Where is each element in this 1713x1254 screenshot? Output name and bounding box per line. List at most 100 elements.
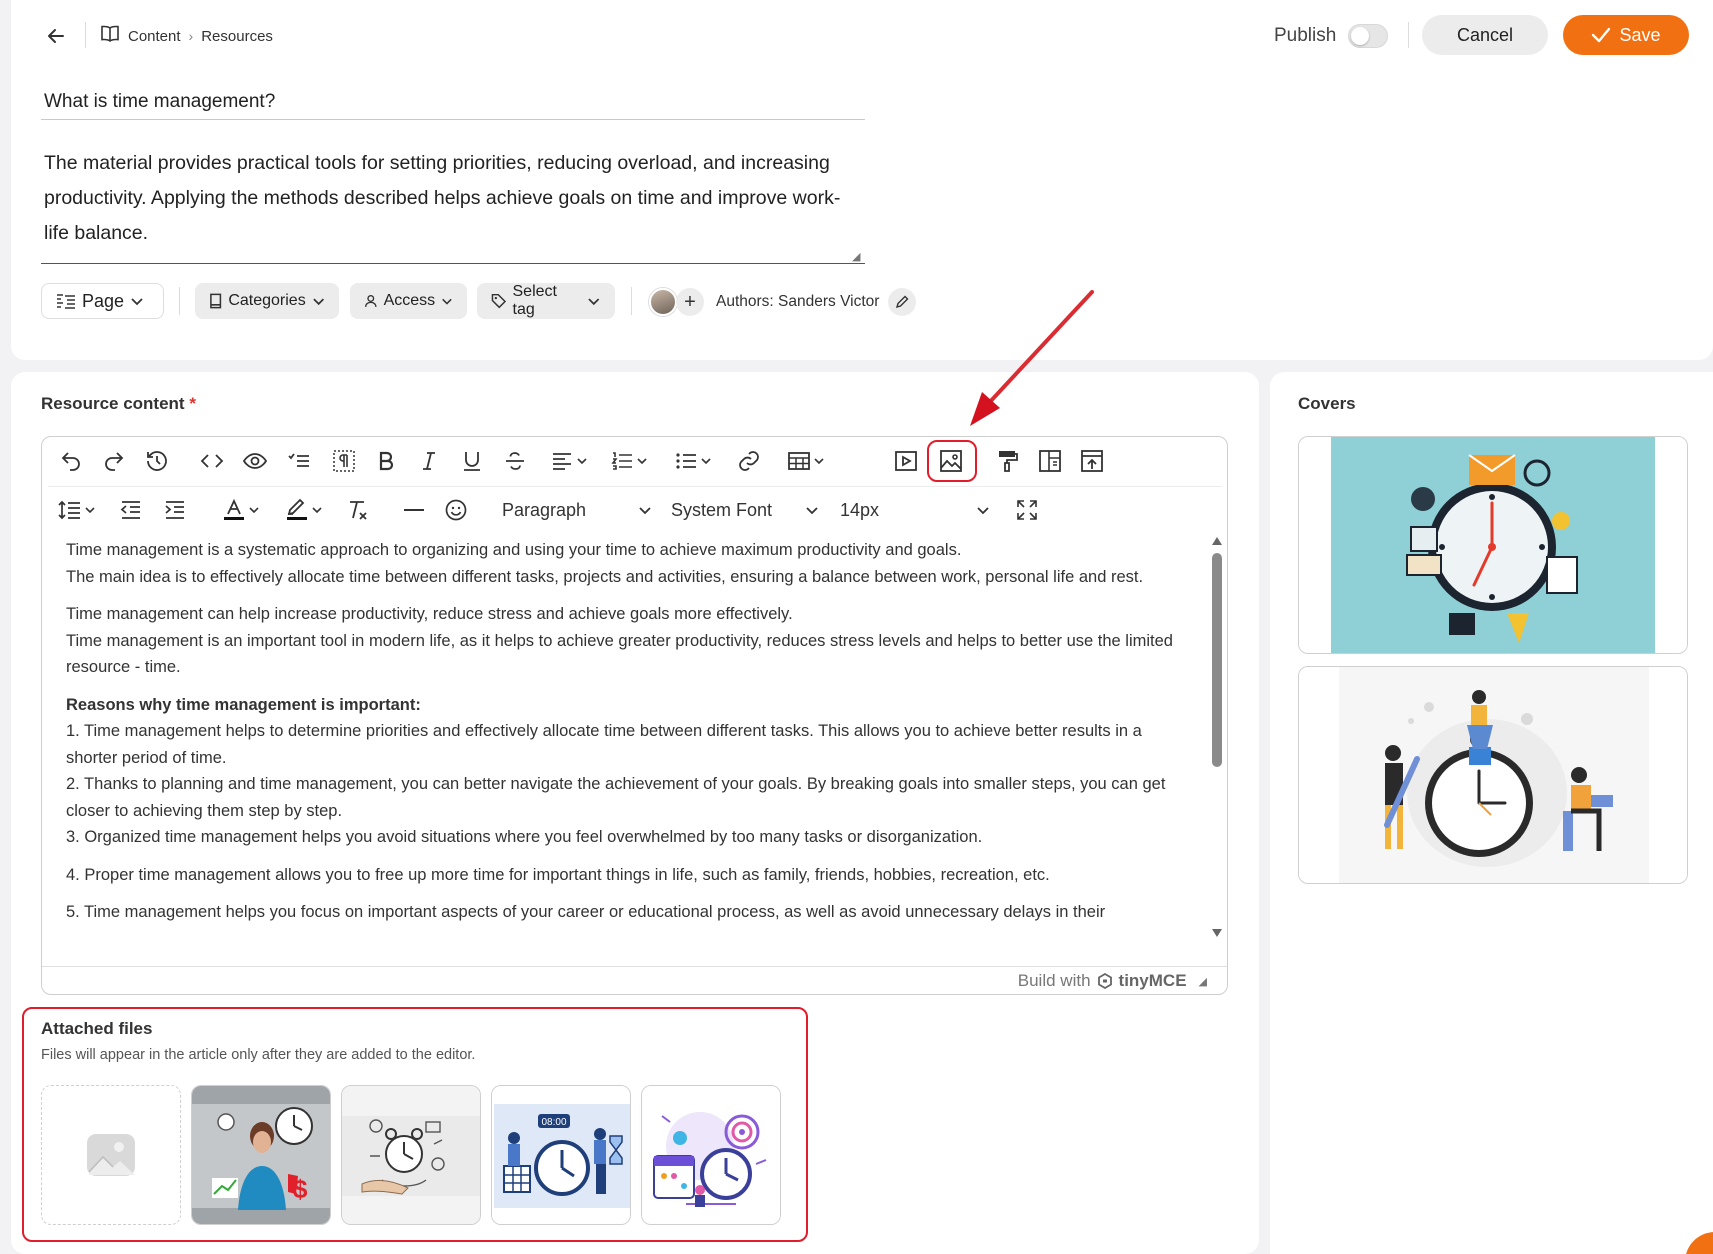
description-textarea[interactable]: The material provides practical tools fo…	[41, 146, 865, 264]
table-icon[interactable]	[783, 445, 829, 477]
annotation-arrow-icon	[970, 290, 1094, 426]
bullet-list-icon[interactable]	[670, 445, 716, 477]
back-arrow-icon[interactable]	[44, 24, 68, 48]
paragraph-2: Time management can help increase produc…	[66, 601, 1196, 681]
edit-authors-button[interactable]	[888, 288, 916, 316]
tinymce-brand[interactable]: tinyMCE	[1119, 971, 1187, 991]
add-file-placeholder[interactable]	[41, 1085, 181, 1225]
resize-handle-icon[interactable]: ◢	[1199, 975, 1207, 988]
scroll-thumb[interactable]	[1212, 553, 1222, 767]
bold-icon[interactable]	[372, 445, 400, 477]
chevron-down-icon	[639, 507, 651, 515]
chevron-down-icon	[131, 298, 143, 306]
divider	[85, 22, 86, 48]
authors-label: Authors: Sanders Victor	[716, 293, 880, 310]
underline-icon[interactable]	[458, 445, 486, 477]
tag-label: Select tag	[512, 283, 557, 318]
svg-text:$: $	[293, 1174, 308, 1204]
media-icon[interactable]	[891, 445, 921, 477]
tinymce-logo-icon	[1097, 973, 1112, 989]
page-layout-icon	[57, 294, 75, 309]
highlight-color-icon[interactable]	[280, 494, 328, 526]
user-icon	[365, 294, 377, 307]
strikethrough-icon[interactable]	[501, 445, 529, 477]
history-icon[interactable]	[142, 445, 172, 477]
numbered-list-icon[interactable]	[606, 445, 652, 477]
font-size-value: 14px	[840, 499, 880, 520]
block-format-select[interactable]: Paragraph	[502, 494, 652, 526]
scroll-down-icon[interactable]	[1212, 929, 1222, 937]
link-icon[interactable]	[734, 445, 764, 477]
breadcrumb-resources[interactable]: Resources	[201, 28, 273, 45]
attached-image-3[interactable]: 08:00	[491, 1085, 631, 1225]
source-code-icon[interactable]	[197, 445, 227, 477]
publish-label: Publish	[1274, 25, 1337, 46]
attached-files-title: Attached files	[41, 1019, 153, 1038]
editor-content[interactable]: Time management is a systematic approach…	[66, 537, 1196, 939]
editor-statusbar: Build with tinyMCE ◢	[42, 966, 1227, 994]
tag-dropdown[interactable]: Select tag	[477, 283, 615, 319]
save-button[interactable]: Save	[1563, 15, 1689, 55]
attached-image-2[interactable]	[341, 1085, 481, 1225]
list-item: 4. Proper time management allows you to …	[66, 865, 1050, 884]
title-input[interactable]	[41, 84, 865, 120]
list-item: 5. Time management helps you focus on im…	[66, 903, 1106, 921]
cover-image-1[interactable]	[1298, 436, 1688, 654]
resize-handle-icon[interactable]: ◢	[852, 250, 860, 263]
chevron-right-icon: ›	[188, 28, 194, 44]
clear-formatting-icon[interactable]	[342, 494, 372, 526]
scroll-up-icon[interactable]	[1212, 537, 1222, 545]
planning-target-illustration	[642, 1086, 780, 1224]
categories-label: Categories	[228, 292, 306, 309]
text-color-icon[interactable]	[217, 494, 265, 526]
font-family-select[interactable]: System Font	[671, 494, 819, 526]
font-size-select[interactable]: 14px	[840, 494, 990, 526]
paragraph-1: Time management is a systematic approach…	[66, 537, 1196, 590]
divider	[631, 287, 632, 315]
save-label: Save	[1619, 24, 1661, 45]
book-icon	[100, 25, 120, 47]
attached-image-4[interactable]	[641, 1085, 781, 1225]
fullscreen-icon[interactable]	[1012, 494, 1042, 526]
checklist-icon[interactable]	[284, 445, 314, 477]
undo-icon[interactable]	[56, 445, 86, 477]
preview-eye-icon[interactable]	[239, 445, 271, 477]
template-icon[interactable]	[1035, 445, 1065, 477]
chevron-down-icon	[312, 298, 324, 306]
text-line: Time management is a systematic approach…	[66, 541, 962, 559]
covers-title: Covers	[1298, 394, 1356, 413]
chevron-down-icon	[588, 298, 600, 306]
access-dropdown[interactable]: Access	[350, 283, 467, 319]
list-item: 2. Thanks to planning and time managemen…	[66, 775, 1166, 820]
team-clock-illustration: 08:00	[492, 1086, 630, 1224]
categories-dropdown[interactable]: Categories	[195, 283, 339, 319]
indent-icon[interactable]	[160, 494, 190, 526]
list-item: 3. Organized time management helps you a…	[66, 828, 983, 846]
attached-image-1[interactable]: $	[191, 1085, 331, 1225]
cancel-button[interactable]: Cancel	[1422, 15, 1548, 55]
list-item: 1. Time management helps to determine pr…	[66, 722, 1142, 767]
attached-files-hint: Files will appear in the article only af…	[41, 1047, 476, 1063]
cover-image-2[interactable]	[1298, 666, 1688, 884]
format-painter-icon[interactable]	[992, 445, 1022, 477]
align-dropdown-icon[interactable]	[546, 445, 592, 477]
paragraph-4: 4. Proper time management allows you to …	[66, 862, 1196, 889]
page-type-label: Page	[82, 290, 125, 311]
show-blocks-icon[interactable]	[329, 445, 359, 477]
page-type-dropdown[interactable]: Page	[41, 283, 164, 319]
add-author-button[interactable]: +	[676, 288, 704, 316]
line-height-icon[interactable]	[54, 494, 100, 526]
check-icon	[1592, 27, 1611, 43]
author-avatar[interactable]	[649, 288, 677, 316]
redo-icon[interactable]	[99, 445, 129, 477]
paragraph-3: Reasons why time management is important…	[66, 692, 1196, 851]
publish-toggle[interactable]	[1348, 24, 1389, 48]
breadcrumb-content[interactable]: Content	[128, 28, 181, 45]
horizontal-line-icon[interactable]	[399, 494, 429, 526]
italic-icon[interactable]	[415, 445, 443, 477]
emoji-icon[interactable]	[441, 494, 471, 526]
insert-image-icon[interactable]	[936, 445, 966, 477]
upload-icon[interactable]	[1077, 445, 1107, 477]
editor-scrollbar[interactable]	[1210, 533, 1224, 943]
outdent-icon[interactable]	[116, 494, 146, 526]
